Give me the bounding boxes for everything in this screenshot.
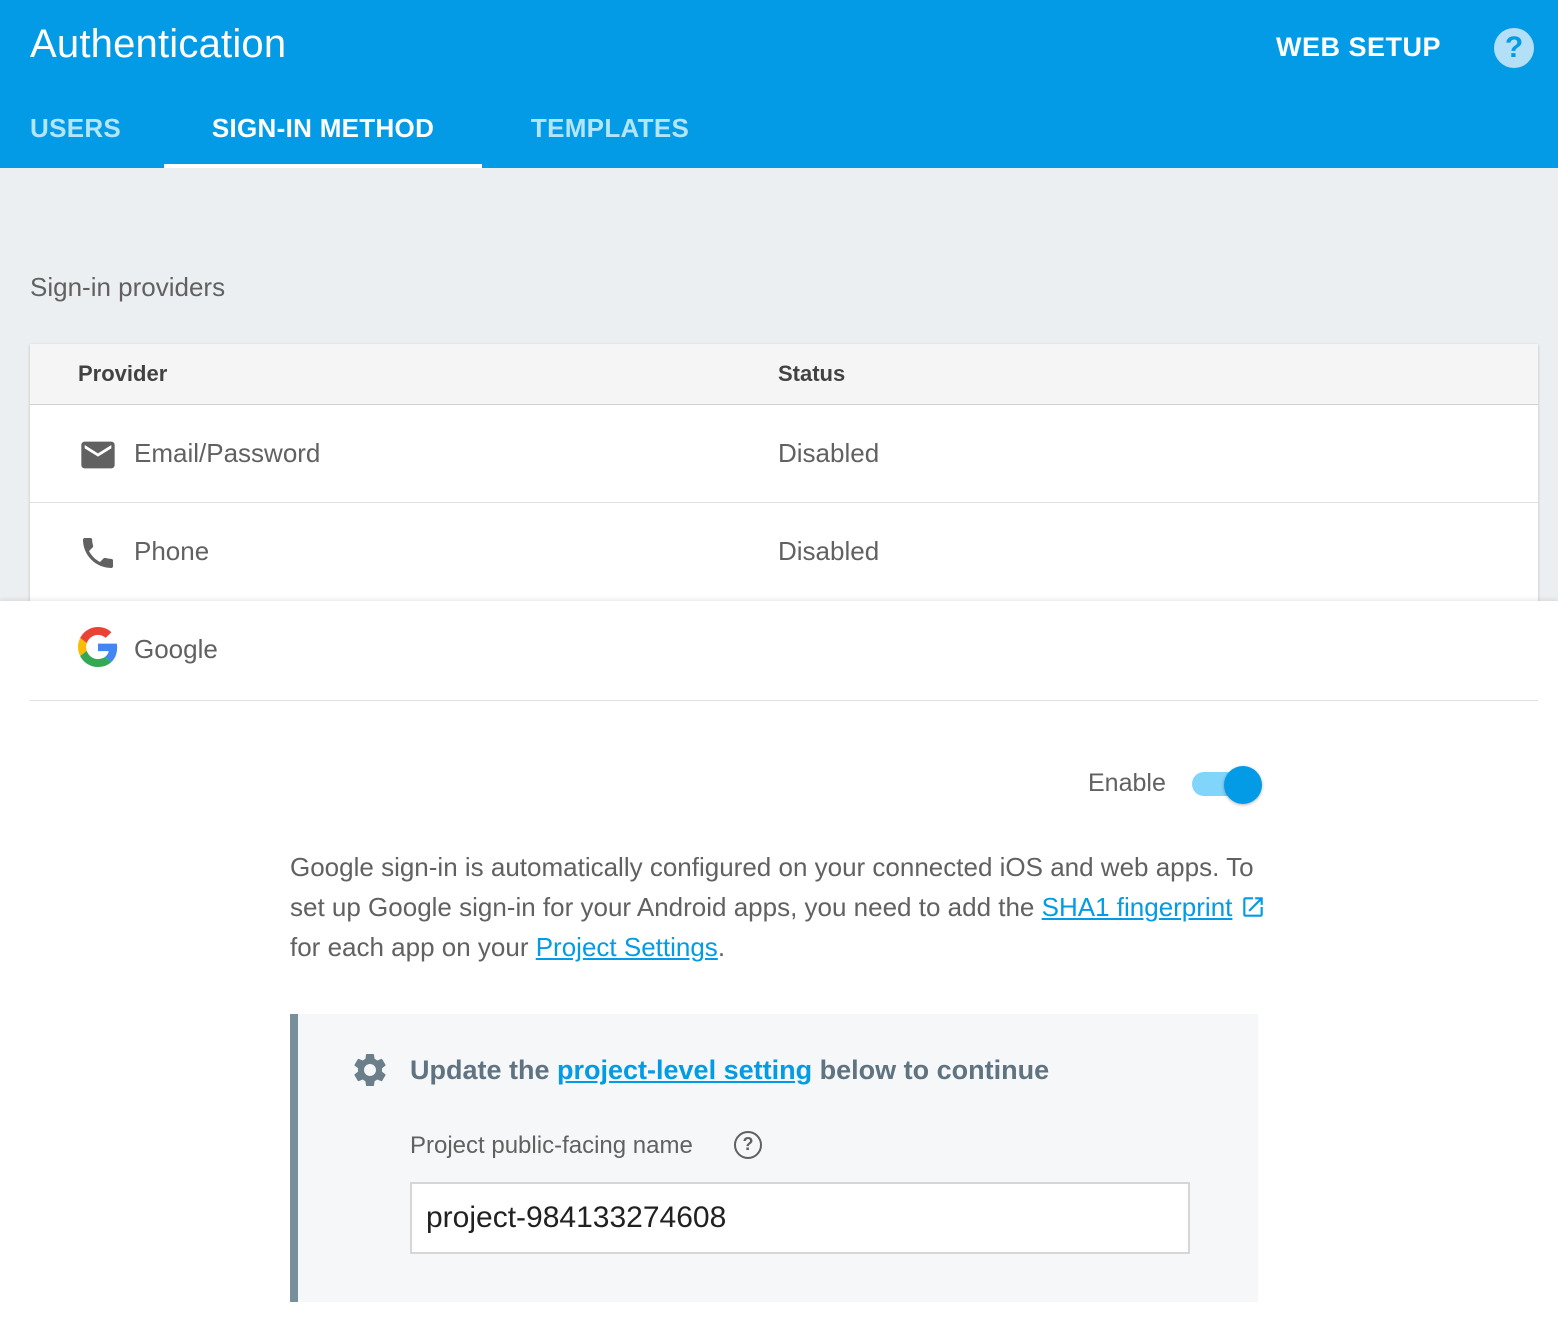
help-icon[interactable]: ? [1494,28,1534,68]
google-provider-row[interactable]: Google [30,601,1538,701]
table-row[interactable]: Phone Disabled [30,503,1538,601]
open-in-new-icon[interactable] [1240,894,1266,920]
field-label: Project public-facing name [410,1132,693,1159]
page-title: Authentication [30,22,287,66]
project-name-input[interactable] [410,1182,1190,1254]
enable-label: Enable [1088,769,1166,797]
toggle-knob [1224,766,1262,804]
table-row[interactable]: Email/Password Disabled [30,405,1538,503]
notice-title-text: below to continue [812,1055,1050,1085]
google-description: Google sign-in is automatically configur… [290,847,1290,967]
phone-icon [83,538,113,568]
column-header-status: Status [778,361,846,386]
table-header: Provider Status [30,344,1538,405]
app-header: Authentication WEB SETUP ? USERS SIGN-IN… [0,0,1558,168]
sha1-fingerprint-link[interactable]: SHA1 fingerprint [1042,892,1233,922]
provider-name: Phone [134,536,210,566]
google-provider-panel: Google Enable Google sign-in is automati… [0,601,1558,1334]
notice-title: Update the project-level setting below t… [410,1055,1049,1086]
section-title: Sign-in providers [30,272,226,302]
gear-icon [354,1054,386,1086]
project-setting-notice: Update the project-level setting below t… [290,1014,1258,1302]
provider-status: Disabled [778,536,880,566]
providers-table: Provider Status Email/Password Disabled … [30,344,1538,601]
description-text: for each app on your [290,932,536,962]
enable-toggle[interactable] [1192,766,1262,804]
tab-users[interactable]: USERS [30,100,121,168]
tab-sign-in-method[interactable]: SIGN-IN METHOD [164,100,482,168]
notice-title-text: Update the [410,1055,558,1085]
help-outline-icon[interactable]: ? [734,1131,762,1159]
provider-status: Disabled [778,438,880,468]
tab-templates[interactable]: TEMPLATES [530,100,690,168]
email-icon [81,441,115,469]
project-level-setting-link[interactable]: project-level setting [557,1055,812,1085]
column-header-provider: Provider [78,361,168,386]
google-icon [78,627,118,667]
provider-name: Email/Password [134,438,321,468]
provider-name: Google [134,634,218,664]
description-text: . [717,932,726,962]
project-settings-link[interactable]: Project Settings [536,932,718,962]
web-setup-button[interactable]: WEB SETUP [1276,32,1441,63]
